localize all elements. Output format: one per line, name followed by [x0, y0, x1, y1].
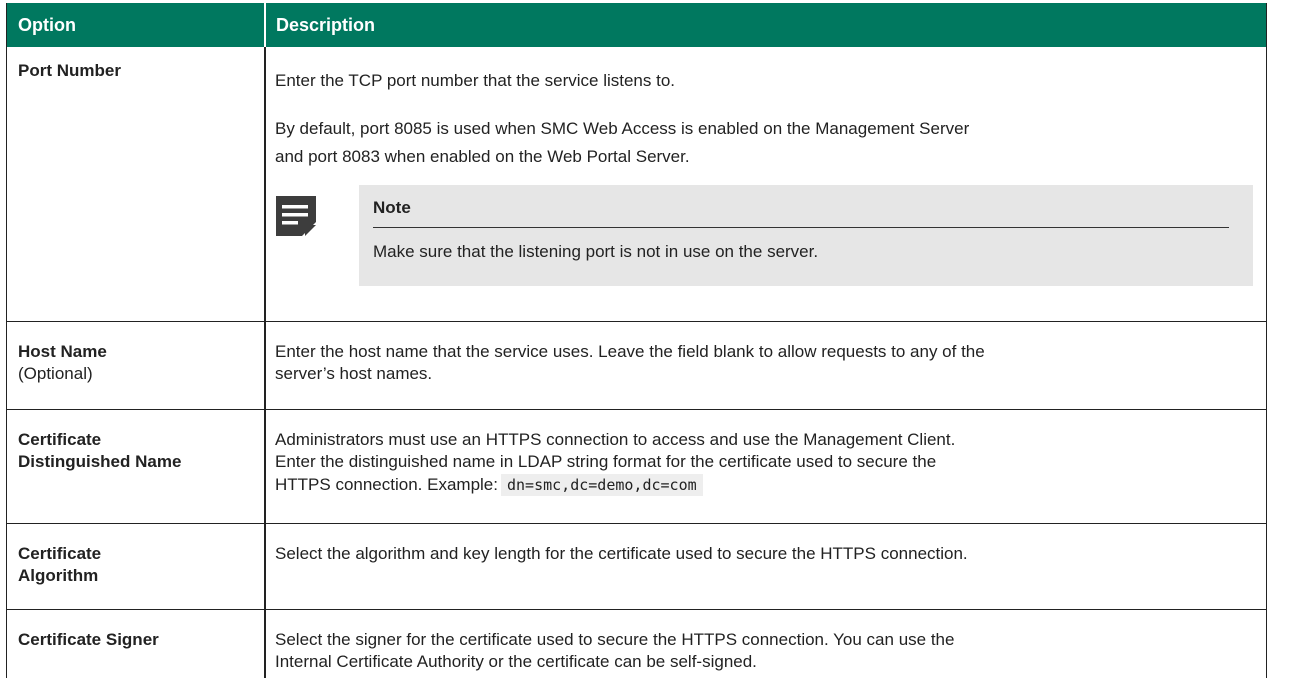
options-table: Option Description Port Number Enter the…	[0, 0, 1294, 678]
column-header-description: Description	[264, 3, 1266, 47]
note-icon	[276, 196, 316, 236]
column-header-option: Option	[6, 3, 264, 47]
option-name: Certificate Signer	[18, 630, 159, 649]
description-line: HTTPS connection. Example: dn=smc,dc=demo…	[275, 474, 1250, 496]
table-row: Port Number	[18, 60, 254, 82]
description-text: Internal Certificate Authority or the ce…	[275, 652, 757, 671]
table-border-right	[1266, 3, 1267, 678]
description-text: Enter the host name that the service use…	[275, 342, 985, 361]
row-divider	[6, 409, 1267, 410]
option-name: Certificate	[18, 544, 102, 563]
note-box: Note Make sure that the listening port i…	[359, 185, 1253, 286]
option-name: Algorithm	[18, 566, 99, 585]
note-divider	[373, 227, 1229, 228]
description-text: server’s host names.	[275, 364, 433, 383]
option-name: Port Number	[18, 61, 121, 80]
option-name: Host Name	[18, 342, 107, 361]
column-divider	[264, 47, 266, 678]
description-text: Enter the distinguished name in LDAP str…	[275, 452, 937, 471]
note-title: Note	[373, 198, 411, 217]
description-text: By default, port 8085 is used when SMC W…	[275, 119, 970, 138]
option-name: Certificate	[18, 430, 102, 449]
option-qualifier: (Optional)	[18, 364, 93, 383]
note-text: Make sure that the listening port is not…	[373, 242, 819, 261]
description-text: Select the signer for the certificate us…	[275, 630, 955, 649]
description-text: Enter the TCP port number that the servi…	[275, 71, 676, 90]
description-text: HTTPS connection. Example:	[275, 475, 498, 494]
row-divider	[6, 523, 1267, 524]
table-row: Host Name (Optional)	[18, 341, 254, 385]
description-text: Administrators must use an HTTPS connect…	[275, 430, 956, 449]
option-name: Distinguished Name	[18, 452, 182, 471]
table-border-left	[6, 3, 7, 678]
code-example: dn=smc,dc=demo,dc=com	[500, 474, 703, 496]
table-row: Certificate Algorithm	[18, 543, 254, 587]
table-row: Certificate Distinguished Name	[18, 429, 254, 473]
row-divider	[6, 321, 1267, 322]
description-text: and port 8083 when enabled on the Web Po…	[275, 147, 690, 166]
row-divider	[6, 609, 1267, 610]
description-text: Select the algorithm and key length for …	[275, 544, 968, 563]
table-row: Certificate Signer	[18, 629, 254, 651]
